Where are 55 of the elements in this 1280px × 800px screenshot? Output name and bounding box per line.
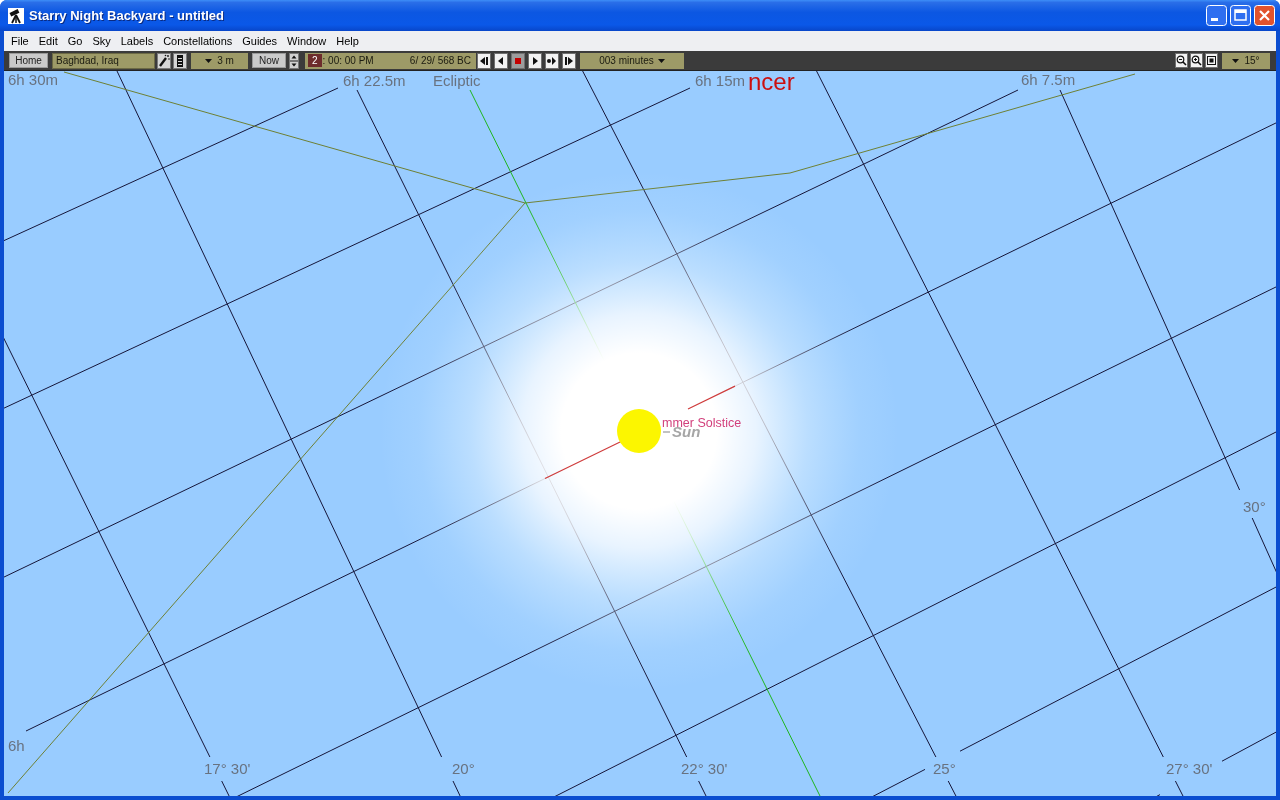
now-button[interactable]: Now <box>252 53 286 68</box>
date-text[interactable]: 6/ 29/ 568 BC <box>409 55 471 66</box>
field-of-view-dropdown[interactable]: 15° <box>1222 52 1270 69</box>
reverse-play-icon[interactable] <box>494 52 508 69</box>
coordinate-label: 25° <box>933 760 956 777</box>
coordinate-label: 30° <box>1243 498 1266 515</box>
menu-item[interactable]: Edit <box>33 33 63 49</box>
step-back-icon[interactable] <box>477 52 491 69</box>
coordinate-label: 6h <box>8 737 25 754</box>
coordinate-label: 6h 30m <box>8 71 59 88</box>
fit-view-icon[interactable] <box>1205 53 1218 68</box>
spin-down-icon[interactable] <box>289 60 299 69</box>
coordinate-label: 20° <box>452 760 475 777</box>
menu-item[interactable]: Labels <box>115 33 159 49</box>
menu-item[interactable]: File <box>6 33 34 49</box>
step-forward-icon[interactable] <box>562 52 576 69</box>
wand-icon[interactable] <box>157 52 171 69</box>
dot-play-icon[interactable] <box>545 52 559 69</box>
menu-item[interactable]: Sky <box>87 33 116 49</box>
zoom-in-icon[interactable] <box>1190 53 1203 68</box>
window-title: Starry Night Backyard - untitled <box>29 8 225 23</box>
time-step-dropdown[interactable]: 003 minutes <box>580 52 684 69</box>
elevation-dropdown[interactable]: 3 m <box>191 52 248 69</box>
coordinate-label: 6h 7.5m <box>1021 71 1076 88</box>
menu-item[interactable]: Window <box>282 33 332 49</box>
home-button[interactable]: Home <box>9 53 48 68</box>
maximize-icon[interactable] <box>1230 5 1251 26</box>
coordinate-label: 17° 30' <box>204 760 251 777</box>
time-segment[interactable]: : 00: 00 PM <box>321 54 375 67</box>
time-segment[interactable]: 2 <box>308 54 322 67</box>
sun-disc <box>617 409 661 453</box>
close-icon[interactable] <box>1254 5 1275 26</box>
location-field[interactable]: Baghdad, Iraq <box>52 52 155 69</box>
date-time-field[interactable]: 2 : 00: 00 PM 6/ 29/ 568 BC <box>305 52 476 69</box>
coordinate-label: 22° 30' <box>681 760 728 777</box>
guide-label: Ecliptic <box>433 72 481 89</box>
telescope-icon <box>8 7 24 24</box>
caret-icon <box>657 58 665 63</box>
zoom-out-icon[interactable] <box>1175 53 1188 68</box>
minimize-icon[interactable] <box>1206 5 1227 26</box>
stop-icon[interactable] <box>511 52 525 69</box>
ladder-icon[interactable] <box>173 52 187 69</box>
coordinate-label: 6h 22.5m <box>343 72 406 89</box>
menu-item[interactable]: Guides <box>237 33 283 49</box>
constellation-label: ncer <box>748 71 795 95</box>
play-icon[interactable] <box>528 52 542 69</box>
menu-item[interactable]: Constellations <box>158 33 238 49</box>
leader-line <box>662 431 671 433</box>
coordinate-label: 6h 15m <box>695 72 746 89</box>
menu-item[interactable]: Help <box>331 33 364 49</box>
coordinate-label: 27° 30' <box>1166 760 1213 777</box>
caret-icon <box>205 58 213 63</box>
caret-icon <box>1232 58 1240 63</box>
menu-item[interactable]: Go <box>62 33 88 49</box>
spin-up-icon[interactable] <box>289 52 299 61</box>
